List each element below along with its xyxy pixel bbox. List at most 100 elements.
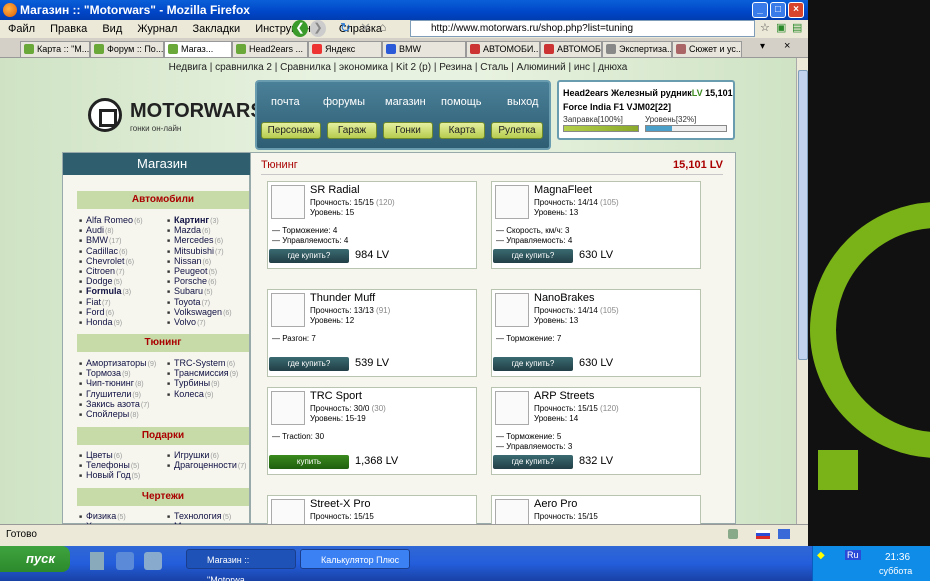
sidebar-link[interactable]: Volvo(7) <box>167 317 206 327</box>
product-title[interactable]: MagnaFleet <box>534 184 592 196</box>
nav-garage-button[interactable]: Гараж <box>327 122 377 139</box>
tab-expertise[interactable]: Экспертиза... <box>602 41 672 57</box>
menu-bookmarks[interactable]: Закладки <box>193 23 241 35</box>
nav-races-button[interactable]: Гонки <box>383 122 433 139</box>
tray-icon[interactable]: ◆ <box>817 550 825 561</box>
vertical-scrollbar[interactable] <box>796 58 808 524</box>
product-title[interactable]: ARP Streets <box>534 390 594 402</box>
menu-edit[interactable]: Правка <box>50 23 87 35</box>
nav-map-button[interactable]: Карта <box>439 122 485 139</box>
user-name[interactable]: Head2ears Железный рудник <box>563 88 692 98</box>
product-image[interactable] <box>271 499 305 524</box>
sidebar-link[interactable]: Audi(8) <box>79 225 114 235</box>
sidebar-link[interactable]: Трансмиссия(9) <box>167 368 238 378</box>
sidebar-link[interactable]: Физика(5) <box>79 511 126 521</box>
product-title[interactable]: TRC Sport <box>310 390 362 402</box>
address-bar[interactable]: http://www.motorwars.ru/shop.php?list=tu… <box>410 20 755 37</box>
sidebar-link[interactable]: Citroen(7) <box>79 266 125 276</box>
task-firefox[interactable]: Магазин :: "Motorwa... <box>186 549 296 581</box>
addon-icon[interactable]: ▣ <box>776 21 786 34</box>
scrollbar-thumb[interactable] <box>798 70 808 360</box>
category-cars[interactable]: Автомобили <box>77 191 249 209</box>
nav-help[interactable]: помощь <box>441 96 482 108</box>
stop-icon[interactable]: ✕ <box>360 20 371 36</box>
sidebar-link[interactable]: Mazda(6) <box>167 225 211 235</box>
tab-auto-2[interactable]: АВТОМОБИ... <box>540 41 602 57</box>
product-image[interactable] <box>271 293 305 327</box>
product-title[interactable]: Street-X Pro <box>310 498 371 510</box>
sidebar-link[interactable]: Спойлеры(8) <box>79 409 139 419</box>
sidebar-link[interactable]: TRC-System(6) <box>167 358 235 368</box>
start-button[interactable]: пуск <box>0 546 70 572</box>
where-to-buy-button[interactable]: где купить? <box>493 249 573 263</box>
sidebar-link[interactable]: Тормоза(9) <box>79 368 131 378</box>
sidebar-link[interactable]: Porsche(6) <box>167 276 217 286</box>
tab-list-icon[interactable]: ▾ <box>760 41 765 52</box>
home-icon[interactable]: ⌂ <box>379 20 386 34</box>
language-indicator[interactable]: Ru <box>845 550 861 560</box>
product-image[interactable] <box>495 499 529 524</box>
sidebar-link[interactable]: Чип-тюнинг(8) <box>79 378 144 388</box>
where-to-buy-button[interactable]: где купить? <box>269 357 349 371</box>
tab-shop[interactable]: Магаз... <box>164 41 232 57</box>
quicklaunch-icon-2[interactable] <box>116 552 134 570</box>
nav-roulette-button[interactable]: Рулетка <box>491 122 543 139</box>
tab-head2ears[interactable]: Head2ears ... <box>232 41 308 57</box>
category-tuning[interactable]: Тюнинг <box>77 334 249 352</box>
sidebar-link[interactable]: Alfa Romeo(6) <box>79 215 143 225</box>
forward-arrow-icon[interactable]: ❯ <box>310 20 326 37</box>
bookmark-star-icon[interactable]: ☆ <box>760 21 770 34</box>
product-image[interactable] <box>495 391 529 425</box>
sidebar-link[interactable]: Закись азота(7) <box>79 399 149 409</box>
site-logo[interactable]: MOTORWARS.RU гонки он-лайн <box>88 92 298 142</box>
quicklaunch-icon-1[interactable] <box>90 552 104 570</box>
sidebar-link[interactable]: Fiat(7) <box>79 297 111 307</box>
sidebar-link[interactable]: Игрушки(6) <box>167 450 219 460</box>
sidebar-link[interactable]: Formula(3) <box>79 286 131 296</box>
maximize-button[interactable]: □ <box>770 2 786 18</box>
sidebar-link[interactable]: Dodge(5) <box>79 276 122 286</box>
tab-bmw[interactable]: BMW <box>382 41 466 57</box>
user-car[interactable]: Force India F1 VJM02[22] <box>563 102 671 112</box>
where-to-buy-button[interactable]: где купить? <box>269 249 349 263</box>
flag-icon[interactable] <box>756 530 770 539</box>
nav-shop[interactable]: магазин <box>385 96 426 108</box>
product-title[interactable]: NanoBrakes <box>534 292 595 304</box>
nav-forums[interactable]: форумы <box>323 96 365 108</box>
product-image[interactable] <box>495 185 529 219</box>
top-links[interactable]: Недвига | сравнилка 2 | Сравнилка | экон… <box>0 62 796 73</box>
menu-view[interactable]: Вид <box>102 23 122 35</box>
menu-history[interactable]: Журнал <box>137 23 177 35</box>
extension-icon[interactable] <box>778 529 790 539</box>
addon-icon-2[interactable]: ▤ <box>792 21 802 34</box>
sidebar-link[interactable]: Картинг(3) <box>167 215 219 225</box>
product-image[interactable] <box>271 391 305 425</box>
sidebar-link[interactable]: Амортизаторы(9) <box>79 358 156 368</box>
menu-file[interactable]: Файл <box>8 23 35 35</box>
tab-yandex[interactable]: Яндекс <box>308 41 382 57</box>
task-calculator[interactable]: Калькулятор Плюс <box>300 549 410 569</box>
addon-status-icon[interactable] <box>728 529 738 539</box>
nav-mail[interactable]: почта <box>271 96 300 108</box>
where-to-buy-button[interactable]: где купить? <box>493 357 573 371</box>
tab-forum[interactable]: Форум :: По... <box>90 41 164 57</box>
sidebar-link[interactable]: Новый Год(5) <box>79 470 140 480</box>
buy-button[interactable]: купить <box>269 455 349 469</box>
sidebar-link[interactable]: Технология(5) <box>167 511 231 521</box>
back-arrow-icon[interactable]: ❮ <box>292 20 308 37</box>
sidebar-link[interactable]: Cadillac(6) <box>79 246 128 256</box>
tab-plot[interactable]: Сюжет и ус... <box>672 41 742 57</box>
product-title[interactable]: Aero Pro <box>534 498 577 510</box>
reload-icon[interactable]: ↻ <box>340 20 351 36</box>
tab-map[interactable]: Карта :: "M... <box>20 41 90 57</box>
tab-auto-1[interactable]: АВТОМОБИ... <box>466 41 540 57</box>
nav-character-button[interactable]: Персонаж <box>261 122 321 139</box>
sidebar-link[interactable]: Chevrolet(6) <box>79 256 134 266</box>
close-button[interactable]: × <box>788 2 804 18</box>
sidebar-link[interactable]: Mercedes(6) <box>167 235 223 245</box>
product-image[interactable] <box>495 293 529 327</box>
close-tab-icon[interactable]: × <box>784 40 790 52</box>
sidebar-link[interactable]: BMW(17) <box>79 235 121 245</box>
sidebar-link[interactable]: Mitsubishi(7) <box>167 246 224 256</box>
sidebar-link[interactable]: Телефоны(5) <box>79 460 139 470</box>
